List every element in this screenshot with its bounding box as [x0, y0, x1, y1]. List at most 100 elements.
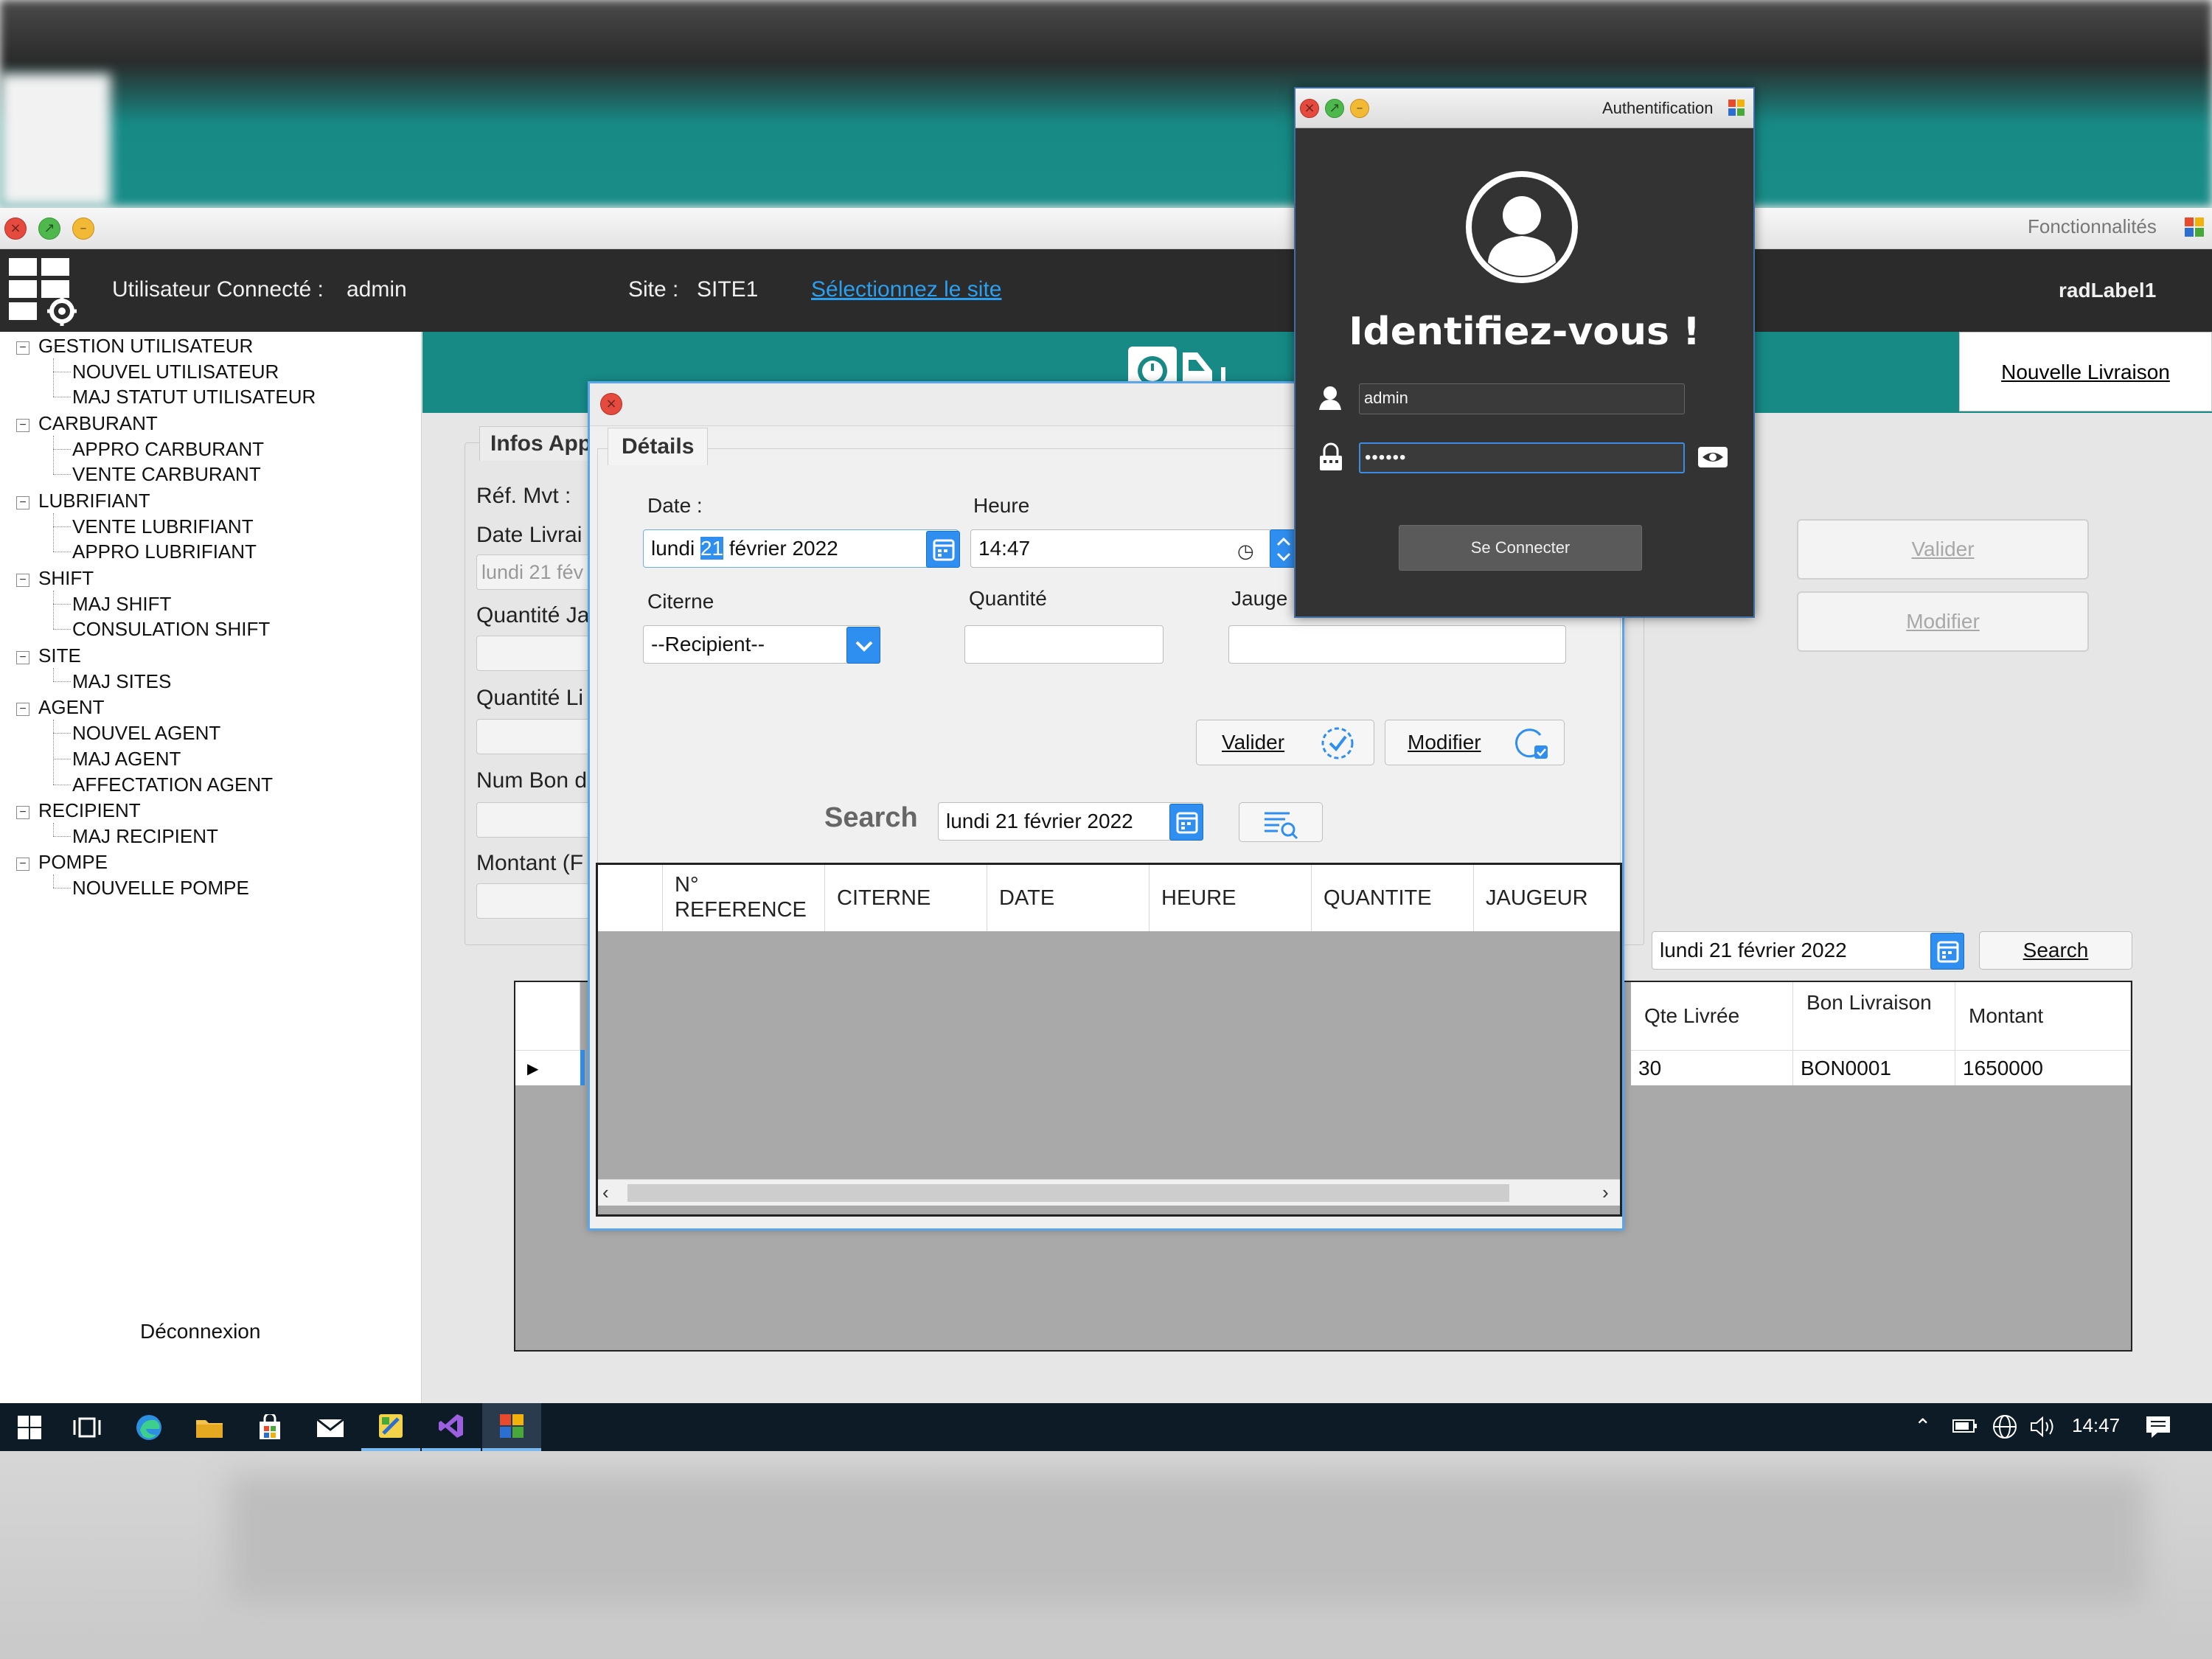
- cell-montant[interactable]: 1650000: [1955, 1050, 2131, 1085]
- tab-details[interactable]: Détails: [608, 428, 709, 465]
- cell-bon-livraison[interactable]: BON0001: [1793, 1050, 1955, 1085]
- heure-spinner[interactable]: [1270, 529, 1296, 568]
- col-header-montant[interactable]: Montant: [1955, 982, 2131, 1050]
- taskbar-current-app[interactable]: [482, 1403, 541, 1451]
- quantite-jauge-field[interactable]: [476, 636, 594, 671]
- collapse-icon[interactable]: −: [16, 574, 29, 587]
- details-modifier-button[interactable]: Modifier: [1385, 720, 1565, 765]
- taskbar-visual-studio[interactable]: [422, 1403, 481, 1451]
- scroll-left-icon[interactable]: ‹: [602, 1181, 609, 1204]
- task-view-button[interactable]: [58, 1403, 116, 1451]
- password-input[interactable]: ••••••: [1359, 442, 1685, 473]
- details-close-button[interactable]: ×: [600, 393, 622, 415]
- date-livraison-field[interactable]: lundi 21 fév: [476, 554, 594, 590]
- col-header-n-reference[interactable]: N° REFERENCE: [663, 865, 825, 931]
- tree-item-maj-agent[interactable]: MAJ AGENT: [72, 748, 181, 771]
- battery-icon[interactable]: [1952, 1417, 1978, 1439]
- main-search-button[interactable]: Search: [1979, 931, 2132, 970]
- username-input[interactable]: admin: [1359, 383, 1685, 414]
- tree-item-nouvel-utilisateur[interactable]: NOUVEL UTILISATEUR: [72, 361, 279, 383]
- jauge-input[interactable]: [1228, 625, 1566, 664]
- montant-field[interactable]: [476, 883, 594, 919]
- nouvelle-livraison-button[interactable]: Nouvelle Livraison: [1959, 332, 2212, 411]
- tree-item-maj-recipient[interactable]: MAJ RECIPIENT: [72, 825, 218, 848]
- volume-icon[interactable]: [2029, 1414, 2057, 1443]
- valider-button-main[interactable]: Valider: [1797, 519, 2089, 580]
- tree-item-nouvel-agent[interactable]: NOUVEL AGENT: [72, 722, 220, 745]
- col-header-date[interactable]: DATE: [987, 865, 1150, 931]
- quantite-livree-field[interactable]: [476, 719, 594, 754]
- logout-button[interactable]: Déconnexion: [140, 1320, 260, 1343]
- scroll-right-icon[interactable]: ›: [1602, 1181, 1609, 1204]
- tree-node-shift[interactable]: − SHIFT: [16, 567, 94, 590]
- collapse-icon[interactable]: −: [16, 341, 29, 355]
- citerne-select[interactable]: --Recipient--: [643, 625, 880, 664]
- scrollbar-thumb[interactable]: [627, 1184, 1509, 1202]
- tree-item-maj-shift[interactable]: MAJ SHIFT: [72, 593, 171, 616]
- collapse-icon[interactable]: −: [16, 858, 29, 871]
- col-header-bon-livraison[interactable]: Bon Livraison: [1793, 982, 1955, 1050]
- taskbar-clock[interactable]: 14:47: [2072, 1414, 2120, 1437]
- details-data-grid[interactable]: N° REFERENCE CITERNE DATE HEURE QUANTITE…: [596, 863, 1622, 1217]
- num-bon-field[interactable]: [476, 802, 594, 838]
- se-connecter-button[interactable]: Se Connecter: [1399, 525, 1642, 571]
- minimize-button[interactable]: –: [72, 218, 94, 240]
- tree-item-maj-statut-utilisateur[interactable]: MAJ STATUT UTILISATEUR: [72, 386, 316, 408]
- network-globe-icon[interactable]: [1991, 1413, 2019, 1444]
- modifier-button-main[interactable]: Modifier: [1797, 591, 2089, 652]
- tree-item-affectation-agent[interactable]: AFFECTATION AGENT: [72, 773, 273, 796]
- main-search-date-input[interactable]: lundi 21 février 2022: [1652, 931, 1955, 970]
- row-header[interactable]: ▶: [515, 1050, 580, 1085]
- auth-minimize-button[interactable]: –: [1350, 99, 1369, 118]
- tree-item-vente-lubrifiant[interactable]: VENTE LUBRIFIANT: [72, 515, 254, 538]
- details-search-date-input[interactable]: lundi 21 février 2022: [938, 802, 1203, 841]
- collapse-icon[interactable]: −: [16, 651, 29, 664]
- tree-node-carburant[interactable]: − CARBURANT: [16, 412, 158, 435]
- tree-node-site[interactable]: − SITE: [16, 644, 81, 667]
- taskbar-store[interactable]: [240, 1403, 299, 1451]
- tree-node-agent[interactable]: − AGENT: [16, 696, 105, 719]
- quantite-input[interactable]: [964, 625, 1164, 664]
- col-header-qte-livree[interactable]: Qte Livrée: [1631, 982, 1793, 1050]
- main-calendar-button[interactable]: [1930, 933, 1964, 970]
- citerne-dropdown-button[interactable]: [846, 627, 880, 664]
- fonctionnalites-menu[interactable]: Fonctionnalités: [2028, 215, 2157, 238]
- taskbar-mail[interactable]: [301, 1403, 360, 1451]
- tree-node-gestion-utilisateur[interactable]: − GESTION UTILISATEUR: [16, 335, 253, 358]
- details-search-button[interactable]: [1239, 802, 1323, 842]
- show-password-eye-icon[interactable]: [1697, 442, 1729, 472]
- notifications-icon[interactable]: [2144, 1414, 2172, 1443]
- tree-item-appro-carburant[interactable]: APPRO CARBURANT: [72, 438, 264, 461]
- collapse-icon[interactable]: −: [16, 496, 29, 509]
- date-calendar-button[interactable]: [926, 531, 960, 568]
- collapse-icon[interactable]: −: [16, 703, 29, 716]
- collapse-icon[interactable]: −: [16, 419, 29, 432]
- tree-item-maj-sites[interactable]: MAJ SITES: [72, 670, 171, 693]
- tree-node-pompe[interactable]: − POMPE: [16, 851, 108, 874]
- taskbar-edge[interactable]: [119, 1403, 178, 1451]
- col-header-quantite[interactable]: QUANTITE: [1312, 865, 1474, 931]
- auth-maximize-button[interactable]: ↗: [1325, 99, 1344, 118]
- tab-infos[interactable]: Infos App: [479, 426, 603, 461]
- collapse-icon[interactable]: −: [16, 806, 29, 819]
- col-header-heure[interactable]: HEURE: [1150, 865, 1312, 931]
- select-site-link[interactable]: Sélectionnez le site: [811, 277, 1002, 302]
- cell-qte-livree[interactable]: 30: [1631, 1050, 1793, 1085]
- horizontal-scrollbar[interactable]: ‹ ›: [598, 1179, 1620, 1206]
- col-header-jaugeur[interactable]: JAUGEUR: [1474, 865, 1620, 931]
- show-hidden-icons-chevron-icon[interactable]: ⌃: [1914, 1414, 1931, 1439]
- heure-input[interactable]: 14:47: [970, 529, 1273, 568]
- tree-node-lubrifiant[interactable]: − LUBRIFIANT: [16, 490, 150, 512]
- details-search-calendar-button[interactable]: [1169, 804, 1203, 841]
- start-button[interactable]: [0, 1403, 59, 1451]
- maximize-button[interactable]: ↗: [38, 218, 60, 240]
- tree-item-appro-lubrifiant[interactable]: APPRO LUBRIFIANT: [72, 540, 257, 563]
- col-header-citerne[interactable]: CITERNE: [825, 865, 987, 931]
- taskbar-app-active[interactable]: [361, 1403, 420, 1451]
- tree-item-consulation-shift[interactable]: CONSULATION SHIFT: [72, 618, 270, 641]
- close-button[interactable]: ×: [4, 218, 27, 240]
- tree-item-vente-carburant[interactable]: VENTE CARBURANT: [72, 463, 261, 486]
- auth-close-button[interactable]: ×: [1300, 99, 1319, 118]
- tree-node-recipient[interactable]: − RECIPIENT: [16, 799, 141, 822]
- details-valider-button[interactable]: Valider: [1196, 720, 1374, 765]
